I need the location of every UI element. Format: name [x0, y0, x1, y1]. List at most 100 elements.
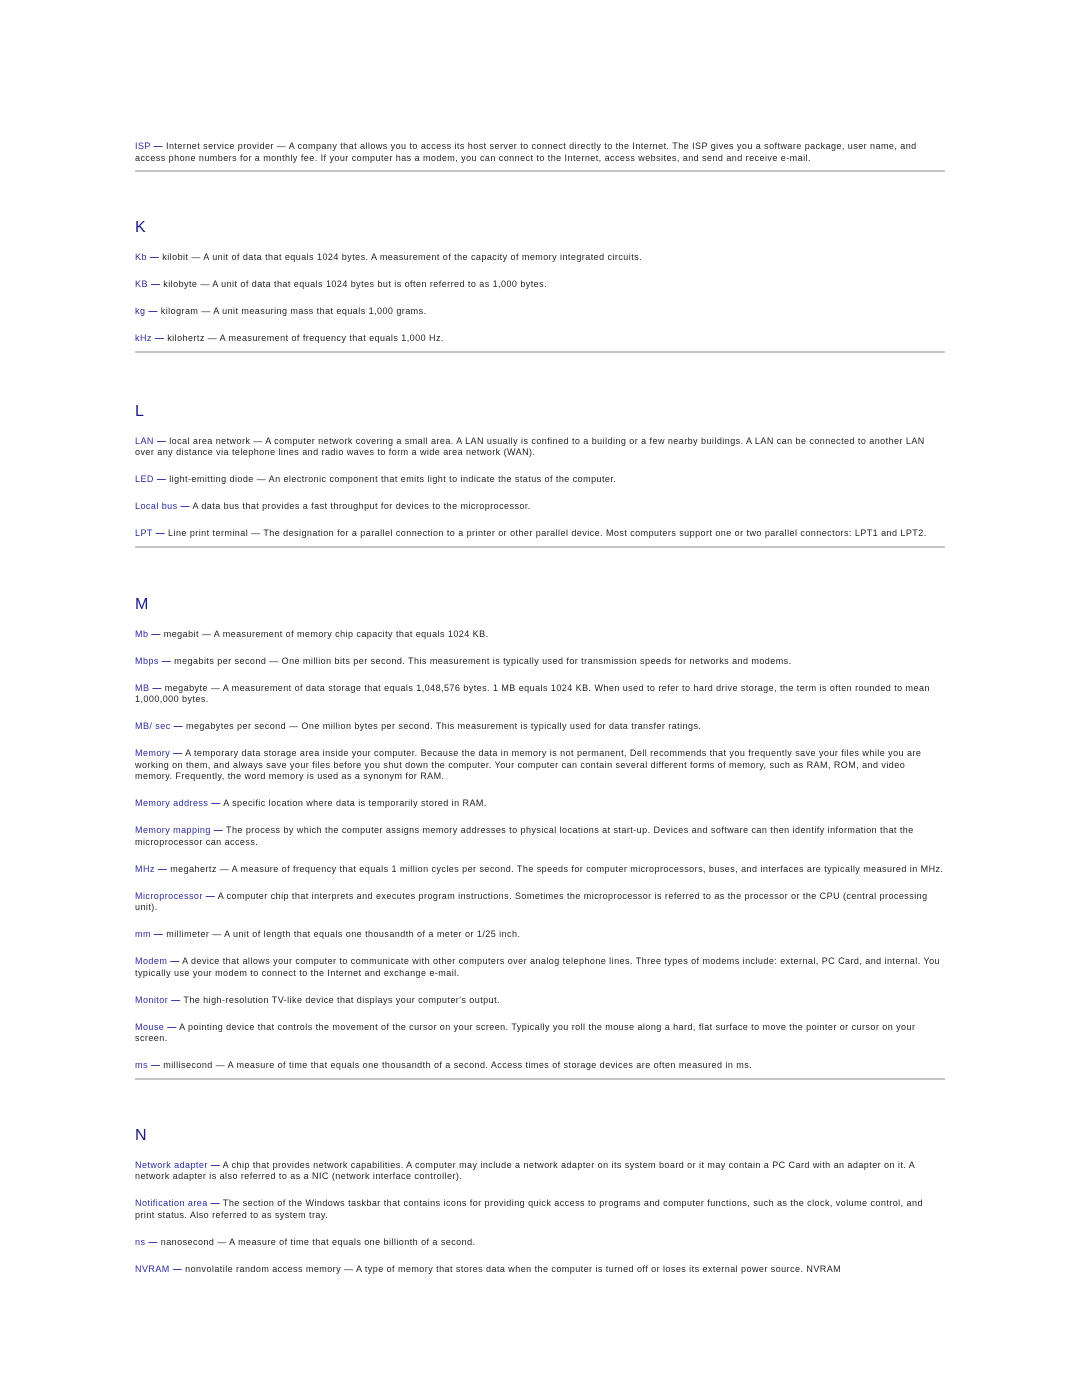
em-dash: —: [210, 1198, 221, 1208]
em-dash: —: [173, 748, 183, 758]
em-dash: —: [157, 863, 168, 874]
glossary-definition: A temporary data storage area inside you…: [135, 748, 922, 781]
section-divider: [135, 545, 945, 548]
glossary-definition: megabits per second — One million bits p…: [171, 655, 792, 666]
glossary-entries: Mb — megabit — A measurement of memory c…: [135, 629, 945, 1072]
glossary-term[interactable]: ISP: [135, 141, 151, 151]
glossary-entry: MB/ sec — megabytes per second — One mil…: [135, 721, 945, 733]
section-divider: [135, 1077, 945, 1080]
glossary-term[interactable]: kHz: [135, 333, 152, 343]
glossary-term[interactable]: Network adapter: [135, 1160, 208, 1170]
em-dash: —: [172, 1263, 183, 1274]
glossary-term[interactable]: ms: [135, 1060, 148, 1070]
glossary-term[interactable]: Mb: [135, 629, 148, 639]
glossary-term[interactable]: kg: [135, 306, 145, 316]
glossary-definition: kilogram — A unit measuring mass that eq…: [157, 306, 427, 316]
glossary-definition: The high-resolution TV-like device that …: [180, 994, 500, 1005]
glossary-definition: millimeter — A unit of length that equal…: [163, 929, 521, 939]
glossary-entry: Network adapter — A chip that provides n…: [135, 1160, 945, 1183]
glossary-definition: nonvolatile random access memory — A typ…: [182, 1263, 842, 1274]
glossary-entry-isp: ISP — Internet service provider — A comp…: [135, 141, 945, 164]
glossary-entries: LAN — local area network — A computer ne…: [135, 436, 945, 540]
glossary-term[interactable]: Microprocessor: [135, 891, 203, 901]
section-letter-heading: K: [135, 219, 147, 236]
glossary-entry: Microprocessor — A computer chip that in…: [135, 891, 945, 914]
section-divider: [135, 170, 945, 172]
glossary-term[interactable]: MHz: [135, 864, 155, 874]
glossary-term[interactable]: ns: [135, 1237, 145, 1247]
glossary-section-k: K Kb — kilobit — A unit of data that equ…: [135, 219, 945, 353]
em-dash: —: [173, 721, 184, 731]
glossary-section-l: L LAN — local area network — A computer …: [135, 403, 945, 548]
em-dash: —: [152, 682, 162, 693]
glossary-entry: MB — megabyte — A measurement of data st…: [135, 683, 945, 706]
em-dash: —: [150, 1060, 161, 1070]
glossary-term[interactable]: LPT: [135, 528, 153, 538]
glossary-definition: kilobit — A unit of data that equals 102…: [159, 252, 643, 262]
em-dash: —: [155, 528, 166, 538]
glossary-definition: kilohertz — A measurement of frequency t…: [164, 333, 444, 343]
em-dash: —: [156, 435, 167, 446]
em-dash: —: [167, 1021, 177, 1032]
glossary-definition: megabit — A measurement of memory chip c…: [160, 628, 489, 639]
glossary-definition: nanosecond — A measure of time that equa…: [157, 1236, 476, 1247]
glossary-definition: The process by which the computer assign…: [135, 825, 914, 847]
glossary-entry: LED — light-emitting diode — An electron…: [135, 474, 945, 486]
glossary-definition: kilobyte — A unit of data that equals 10…: [160, 279, 548, 289]
glossary-term[interactable]: Modem: [135, 956, 167, 966]
glossary-term[interactable]: Memory mapping: [135, 825, 211, 835]
em-dash: —: [151, 628, 161, 639]
glossary-definition: A device that allows your computer to co…: [135, 956, 940, 978]
glossary-entry: NVRAM — nonvolatile random access memory…: [135, 1264, 945, 1276]
glossary-term[interactable]: Local bus: [135, 501, 178, 511]
em-dash: —: [211, 798, 221, 808]
em-dash: —: [210, 1159, 221, 1170]
em-dash: —: [161, 655, 172, 666]
glossary-term[interactable]: NVRAM: [135, 1264, 170, 1274]
glossary-term[interactable]: LED: [135, 474, 154, 484]
glossary-term[interactable]: Kb: [135, 252, 147, 262]
glossary-term[interactable]: Notification area: [135, 1198, 208, 1208]
glossary-entry: mm — millimeter — A unit of length that …: [135, 929, 945, 941]
glossary-entry: ns — nanosecond — A measure of time that…: [135, 1237, 945, 1249]
glossary-term[interactable]: mm: [135, 929, 151, 939]
glossary-term[interactable]: MB/ sec: [135, 721, 171, 731]
glossary-term[interactable]: Memory address: [135, 798, 208, 808]
em-dash: —: [153, 141, 164, 151]
glossary-sections: K Kb — kilobit — A unit of data that equ…: [135, 219, 945, 1275]
glossary-entry: Notification area — The section of the W…: [135, 1198, 945, 1221]
glossary-entry: kHz — kilohertz — A measurement of frequ…: [135, 333, 945, 345]
glossary-term[interactable]: Monitor: [135, 995, 168, 1005]
glossary-definition: A data bus that provides a fast throughp…: [189, 501, 531, 511]
glossary-entry: Memory address — A specific location whe…: [135, 798, 945, 810]
glossary-entries: Kb — kilobit — A unit of data that equal…: [135, 252, 945, 345]
glossary-term[interactable]: Mbps: [135, 656, 159, 666]
em-dash: —: [153, 929, 164, 939]
section-divider: [135, 350, 945, 353]
glossary-entry: Mb — megabit — A measurement of memory c…: [135, 629, 945, 641]
glossary-definition: The section of the Windows taskbar that …: [135, 1198, 923, 1220]
glossary-definition: megabyte — A measurement of data storage…: [135, 682, 930, 705]
glossary-definition: megabytes per second — One million bytes…: [183, 721, 702, 731]
em-dash: —: [213, 825, 224, 835]
glossary-definition: millisecond — A measure of time that equ…: [160, 1060, 753, 1070]
section-letter-heading: N: [135, 1126, 148, 1144]
glossary-definition: megahertz — A measure of frequency that …: [167, 863, 944, 874]
glossary-term[interactable]: Mouse: [135, 1022, 164, 1032]
em-dash: —: [205, 890, 216, 901]
section-letter-heading: M: [135, 595, 149, 613]
glossary-entry: kg — kilogram — A unit measuring mass th…: [135, 306, 945, 318]
em-dash: —: [150, 279, 161, 289]
em-dash: —: [149, 252, 160, 262]
em-dash: —: [170, 956, 180, 966]
section-letter-heading: L: [135, 402, 145, 420]
glossary-term[interactable]: Memory: [135, 748, 170, 758]
glossary-entry: Memory — A temporary data storage area i…: [135, 748, 945, 783]
glossary-term[interactable]: KB: [135, 279, 148, 289]
glossary-section-m: M Mb — megabit — A measurement of memory…: [135, 596, 945, 1080]
glossary-definition: A chip that provides network capabilitie…: [135, 1159, 915, 1182]
glossary-entry: ms — millisecond — A measure of time tha…: [135, 1060, 945, 1072]
glossary-term[interactable]: LAN: [135, 436, 154, 446]
glossary-term[interactable]: MB: [135, 683, 149, 693]
glossary-entry: LPT — Line print terminal — The designat…: [135, 528, 945, 540]
